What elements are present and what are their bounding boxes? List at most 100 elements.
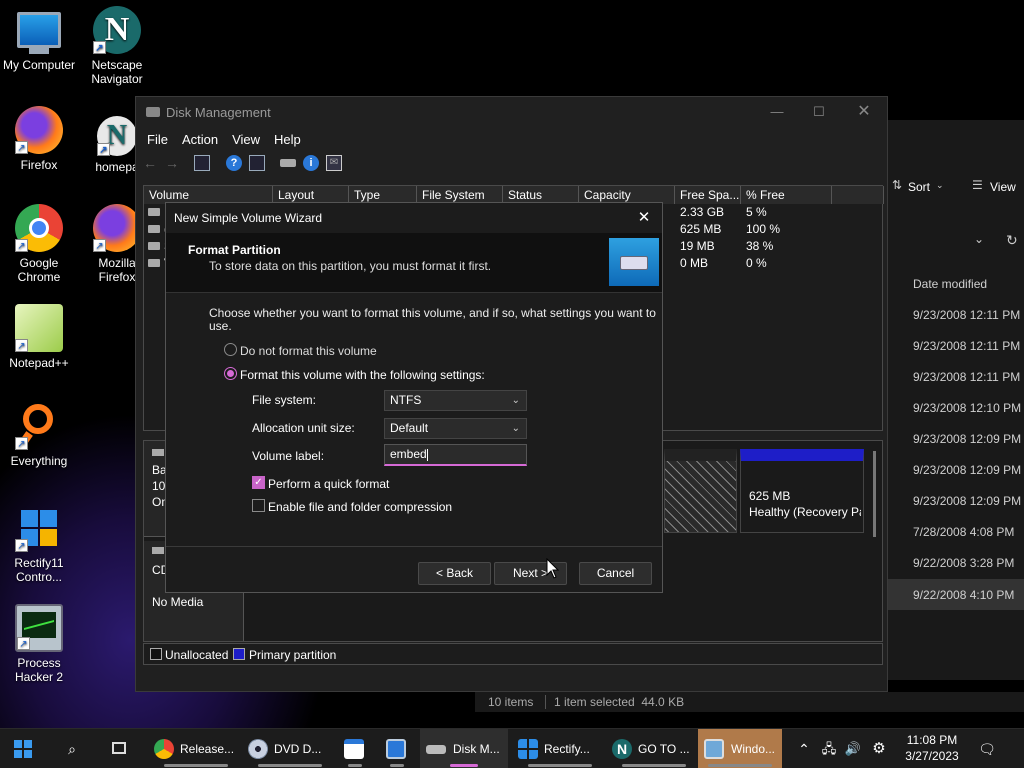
chevron-down-icon: ⌄ [511, 423, 520, 434]
radio-format-volume[interactable] [224, 367, 237, 380]
menu-action[interactable]: Action [175, 129, 225, 150]
start-button[interactable] [8, 729, 40, 768]
desktop-icon-google-chrome[interactable]: ↗ Google Chrome [0, 204, 78, 284]
column-header-percent-free[interactable]: % Free [741, 186, 832, 204]
taskbar-item-window-b[interactable] [384, 729, 410, 768]
taskbar-item-disk-management[interactable]: Disk M... [420, 729, 508, 768]
menu-bar: File Action View Help [136, 129, 887, 151]
console-tree-icon[interactable] [194, 155, 210, 171]
volume-icon[interactable]: 🔊 [842, 729, 864, 768]
list-item[interactable]: 9/23/2008 12:09 PM [913, 494, 1021, 508]
menu-help[interactable]: Help [267, 129, 308, 150]
properties-icon[interactable] [249, 155, 265, 171]
address-dropdown-chevron-icon[interactable]: ⌄ [974, 232, 984, 246]
file-system-select[interactable]: NTFS ⌄ [384, 390, 527, 411]
desktop-icon-netscape[interactable]: N ↗ Netscape Navigator [78, 6, 156, 86]
desktop-icon-my-computer[interactable]: My Computer [0, 10, 78, 72]
volume-label-input[interactable]: embed [384, 444, 527, 466]
netscape-icon: N ↗ [97, 116, 137, 156]
allocation-unit-size-label: Allocation unit size: [252, 421, 355, 435]
list-item[interactable]: 9/23/2008 12:11 PM [913, 370, 1020, 384]
wizard-header: Format Partition To store data on this p… [166, 233, 662, 293]
disk-drive-icon [609, 238, 659, 286]
cdrom-icon [152, 547, 164, 554]
network-icon[interactable]: 🖧 [818, 729, 840, 768]
toolbar: ← → ? i ✉ [136, 151, 887, 175]
task-view-icon [112, 742, 126, 754]
compression-checkbox[interactable] [252, 499, 265, 512]
taskbar-item-chrome[interactable]: Release... [154, 729, 238, 768]
monitor-icon [17, 12, 61, 48]
partition-hatched[interactable] [664, 449, 737, 533]
list-item-selected[interactable]: 9/22/2008 4:10 PM [888, 579, 1024, 610]
list-item[interactable]: 9/22/2008 3:28 PM [913, 556, 1014, 570]
taskbar-item-netscape[interactable]: N GO TO ... [612, 729, 696, 768]
radio-format-volume-label[interactable]: Format this volume with the following se… [240, 368, 485, 382]
minimize-button[interactable]: — [764, 99, 790, 125]
taskbar-item-window-a[interactable] [342, 729, 368, 768]
running-indicator [708, 764, 772, 767]
running-indicator [450, 764, 478, 767]
sort-button[interactable]: ⇅ Sort ⌄ [888, 178, 958, 198]
info-icon[interactable]: i [303, 155, 319, 171]
desktop-icon-rectify11[interactable]: ↗ Rectify11 Contro... [0, 504, 78, 584]
list-item[interactable]: 9/23/2008 12:09 PM [913, 463, 1021, 477]
desktop-icon-everything[interactable]: ↗ Everything [0, 402, 78, 468]
quick-format-label[interactable]: Perform a quick format [268, 477, 389, 491]
desktop-icon-process-hacker[interactable]: ↗ Process Hacker 2 [0, 604, 78, 684]
running-indicator [348, 764, 362, 767]
taskbar-item-rectify[interactable]: Rectify... [518, 729, 602, 768]
partition-recovery[interactable]: 625 MB Healthy (Recovery Pa [740, 449, 864, 533]
disk-management-titlebar[interactable]: Disk Management — ☐ ✕ [136, 97, 887, 129]
wizard-titlebar[interactable]: New Simple Volume Wizard ✕ [166, 203, 662, 233]
taskbar-item-dvd[interactable]: DVD D... [248, 729, 332, 768]
control-panel-icon [386, 739, 406, 759]
drive-icon[interactable] [280, 159, 296, 167]
back-button[interactable]: < Back [418, 562, 491, 585]
volume-drive-icon [148, 242, 160, 250]
back-arrow-icon[interactable]: ← [142, 155, 158, 171]
disk-pane-scrollbar[interactable] [873, 451, 876, 537]
wizard-close-button[interactable]: ✕ [634, 203, 654, 233]
show-hidden-icons-chevron-icon[interactable]: ⌃ [794, 729, 814, 768]
clock[interactable]: 11:08 PM 3/27/2023 [898, 732, 966, 764]
close-button[interactable]: ✕ [851, 99, 877, 125]
help-icon[interactable]: ? [226, 155, 242, 171]
list-item[interactable]: 9/23/2008 12:11 PM [913, 308, 1020, 322]
refresh-icon[interactable]: ↻ [1006, 232, 1018, 249]
file-explorer-window: ⇅ Sort ⌄ ☰ View ⌄ ↻ Date modified 9/23/2… [888, 120, 1024, 680]
taskbar-item-windows[interactable]: Windo... [698, 729, 782, 768]
list-item[interactable]: 9/23/2008 12:11 PM [913, 339, 1020, 353]
maximize-button[interactable]: ☐ [806, 99, 832, 125]
radio-do-not-format-label[interactable]: Do not format this volume [240, 344, 377, 358]
legend-swatch-unallocated [150, 648, 162, 660]
notification-icon[interactable]: 🗨 [976, 729, 998, 768]
chrome-icon: ↗ [15, 204, 63, 252]
task-view-button[interactable] [105, 729, 133, 768]
running-indicator [164, 764, 228, 767]
sort-icon: ⇅ [892, 178, 903, 192]
view-button[interactable]: ☰ View [970, 178, 1024, 198]
menu-view[interactable]: View [225, 129, 267, 150]
radio-do-not-format[interactable] [224, 343, 237, 356]
list-item[interactable]: 9/23/2008 12:09 PM [913, 432, 1021, 446]
quick-format-checkbox[interactable]: ✓ [252, 476, 265, 489]
search-icon: ⌕ [68, 741, 76, 757]
list-item[interactable]: 9/23/2008 12:10 PM [913, 401, 1021, 415]
search-button[interactable]: ⌕ [58, 729, 86, 768]
desktop-icon-notepadpp[interactable]: ↗ Notepad++ [0, 304, 78, 370]
volume-drive-icon [148, 208, 160, 216]
forward-arrow-icon[interactable]: → [164, 155, 180, 171]
cancel-button[interactable]: Cancel [579, 562, 652, 585]
desktop-icon-firefox[interactable]: ↗ Firefox [0, 106, 78, 172]
column-header-date-modified[interactable]: Date modified [913, 277, 987, 291]
compression-label[interactable]: Enable file and folder compression [268, 500, 452, 514]
mail-icon[interactable]: ✉ [326, 155, 342, 171]
allocation-unit-size-select[interactable]: Default ⌄ [384, 418, 527, 439]
column-header-free-space[interactable]: Free Spa... [675, 186, 741, 204]
list-item[interactable]: 7/28/2008 4:08 PM [913, 525, 1014, 539]
settings-gear-icon[interactable]: ⚙ [868, 729, 890, 768]
legend-swatch-primary [233, 648, 245, 660]
wizard-body: Choose whether you want to format this v… [166, 294, 662, 546]
menu-file[interactable]: File [140, 129, 175, 150]
